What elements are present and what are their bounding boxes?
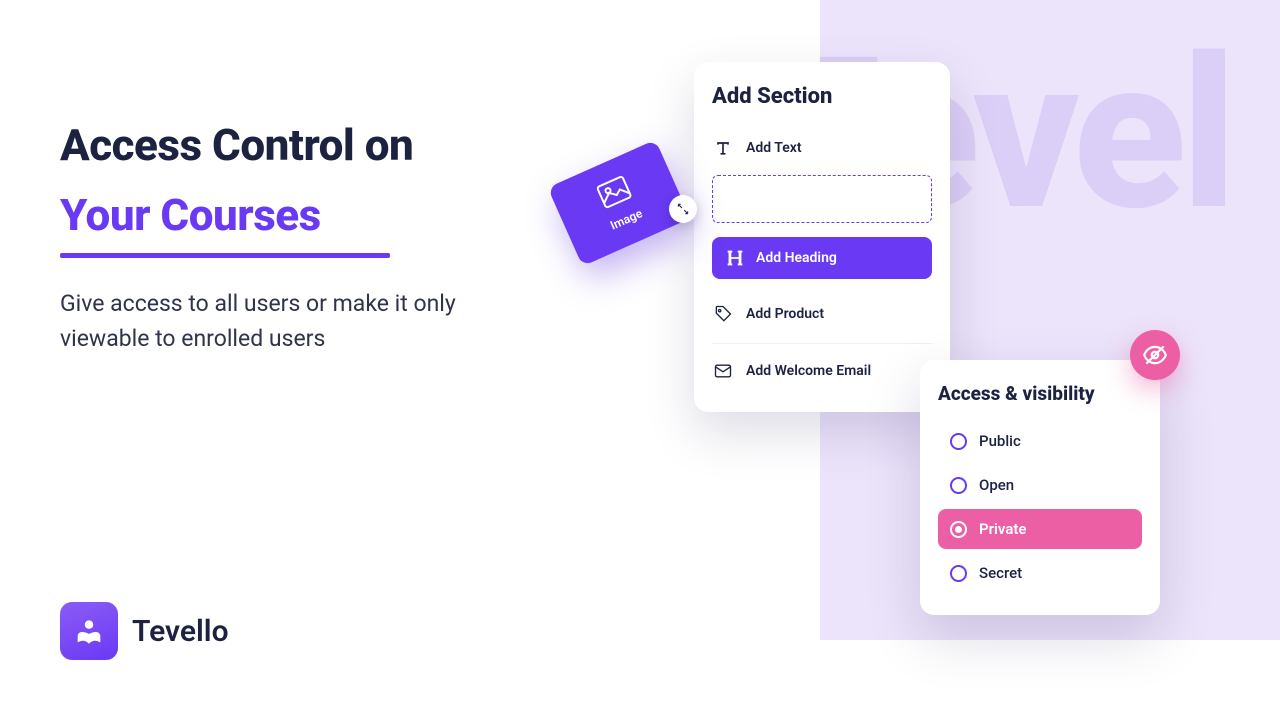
text-icon bbox=[712, 137, 734, 159]
radio-icon bbox=[950, 565, 967, 582]
hero-copy: Access Control on Your Courses Give acce… bbox=[60, 120, 580, 357]
image-icon bbox=[595, 174, 635, 214]
add-product-button[interactable]: Add Product bbox=[712, 293, 932, 337]
headline-accent: Your Courses bbox=[60, 189, 321, 241]
visibility-badge bbox=[1130, 330, 1180, 380]
access-option-label: Private bbox=[979, 520, 1027, 538]
access-option-secret[interactable]: Secret bbox=[938, 553, 1142, 593]
mail-icon bbox=[712, 360, 734, 382]
tag-icon bbox=[712, 303, 734, 325]
brand-logo: Tevello bbox=[60, 602, 229, 660]
headline-subtext: Give access to all users or make it only… bbox=[60, 286, 520, 357]
add-welcome-email-button[interactable]: Add Welcome Email bbox=[712, 350, 932, 394]
access-option-open[interactable]: Open bbox=[938, 465, 1142, 505]
radio-icon bbox=[950, 433, 967, 450]
radio-icon bbox=[950, 521, 967, 538]
add-heading-button[interactable]: Add Heading bbox=[712, 237, 932, 279]
add-welcome-label: Add Welcome Email bbox=[746, 363, 871, 379]
add-text-label: Add Text bbox=[746, 140, 802, 156]
access-option-label: Public bbox=[979, 432, 1021, 450]
headline-line1: Access Control on bbox=[60, 120, 580, 171]
divider bbox=[712, 343, 932, 344]
drop-zone[interactable] bbox=[712, 175, 932, 223]
access-visibility-panel: Access & visibility Public Open Private … bbox=[920, 360, 1160, 615]
access-title: Access & visibility bbox=[938, 382, 1142, 405]
access-option-label: Open bbox=[979, 476, 1014, 494]
add-section-panel: Add Section Add Text Add Heading Add Pro… bbox=[694, 62, 950, 412]
add-product-label: Add Product bbox=[746, 306, 824, 322]
access-option-private[interactable]: Private bbox=[938, 509, 1142, 549]
add-text-button[interactable]: Add Text bbox=[712, 127, 932, 171]
add-heading-label: Add Heading bbox=[756, 250, 837, 266]
headline-underline bbox=[60, 253, 390, 258]
brand-icon bbox=[60, 602, 118, 660]
heading-icon bbox=[724, 247, 746, 269]
brand-name: Tevello bbox=[132, 614, 229, 649]
radio-icon bbox=[950, 477, 967, 494]
add-section-title: Add Section bbox=[712, 84, 932, 109]
access-option-public[interactable]: Public bbox=[938, 421, 1142, 461]
access-option-label: Secret bbox=[979, 564, 1022, 582]
move-handle[interactable] bbox=[669, 195, 697, 223]
